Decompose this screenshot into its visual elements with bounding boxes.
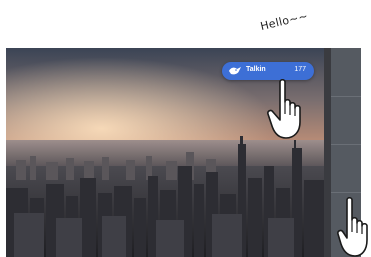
side-panel-divider [331, 144, 361, 145]
bird-icon [229, 67, 241, 75]
side-panel-divider [331, 192, 361, 193]
hand-pointer-icon [337, 196, 368, 257]
side-panel-edge [324, 48, 331, 257]
hello-annotation: Hello~~ [259, 9, 310, 33]
hand-pointer-icon [267, 78, 301, 139]
side-panel-divider [331, 96, 361, 97]
notification-label: Talkin [246, 66, 266, 73]
notification-count: 177 [294, 66, 306, 73]
